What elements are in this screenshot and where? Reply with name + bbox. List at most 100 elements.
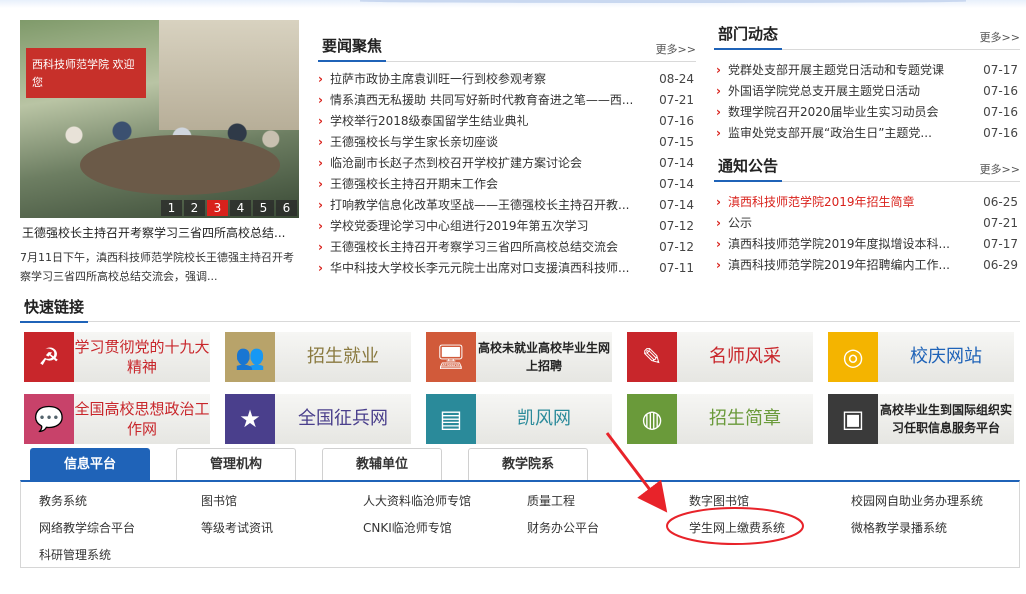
system-link[interactable]: 财务办公平台 [527, 519, 599, 536]
quick-link-label: 高校毕业生到国际组织实习任职信息服务平台 [879, 403, 1012, 435]
tab-4[interactable]: 教学院系 [468, 448, 588, 480]
notices-item[interactable]: 滇西科技师范学院2019年招生简章 06-25 [716, 192, 1018, 213]
headlines-item-date: 07-16 [659, 114, 694, 128]
headlines-item-date: 07-15 [659, 135, 694, 149]
notices-item-title[interactable]: 公示 [716, 213, 752, 234]
headlines-item-title[interactable]: 打响教学信息化改革攻坚战——王德强校长主持召开教... [318, 195, 629, 216]
notices-item-date: 06-25 [983, 195, 1018, 209]
slide-page-2[interactable]: 2 [184, 200, 205, 216]
slide-caption[interactable]: 王德强校长主持召开考察学习三省四所高校总结... [22, 224, 299, 241]
headlines-item-title[interactable]: 王德强校长主持召开考察学习三省四所高校总结交流会 [318, 237, 618, 258]
headlines-item-date: 07-12 [659, 240, 694, 254]
headlines-list: 拉萨市政协主席袁训旺一行到校参观考察 08-24 情系滇西无私援助 共同写好新时代教… [318, 69, 694, 279]
headlines-item[interactable]: 学校党委理论学习中心组进行2019年第五次学习 07-12 [318, 216, 694, 237]
departments-item-title[interactable]: 监审处党支部开展“政治生日”主题党... [716, 123, 932, 144]
headlines-item-title[interactable]: 华中科技大学校长李元元院士出席对口支援滇西科技师... [318, 258, 629, 279]
quick-link-tile[interactable]: 💬 全国高校思想政治工作网 [24, 394, 210, 444]
headlines-item-title[interactable]: 情系滇西无私援助 共同写好新时代教育奋进之笔——西... [318, 90, 633, 111]
tab-2[interactable]: 管理机构 [176, 448, 296, 480]
headlines-item-date: 07-11 [659, 261, 694, 275]
departments-item-title[interactable]: 党群处支部开展主题党日活动和专题党课 [716, 60, 944, 81]
quick-link-tile[interactable]: ✎ 名师风采 [627, 332, 813, 382]
notices-item-title[interactable]: 滇西科技师范学院2019年招生简章 [716, 192, 915, 213]
platform-tabs: 信息平台 管理机构 教辅单位 教学院系 [30, 448, 588, 480]
notices-item[interactable]: 公示 07-21 [716, 213, 1018, 234]
departments-item[interactable]: 监审处党支部开展“政治生日”主题党... 07-16 [716, 123, 1018, 144]
headlines-item-title[interactable]: 临沧副市长赵子杰到校召开学校扩建方案讨论会 [318, 153, 582, 174]
notices-item-date: 06-29 [983, 258, 1018, 272]
notices-title: 通知公告 [714, 155, 783, 182]
departments-item[interactable]: 外国语学院党总支开展主题党日活动 07-16 [716, 81, 1018, 102]
headlines-item[interactable]: 王德强校长主持召开考察学习三省四所高校总结交流会 07-12 [318, 237, 694, 258]
headlines-item[interactable]: 王德强校长与学生家长亲切座谈 07-15 [318, 132, 694, 153]
system-link[interactable]: 校园网自助业务办理系统 [851, 492, 983, 509]
system-link[interactable]: 教务系统 [39, 492, 87, 509]
headlines-item-title[interactable]: 王德强校长与学生家长亲切座谈 [318, 132, 498, 153]
system-link[interactable]: 数字图书馆 [689, 492, 749, 509]
departments-item-title[interactable]: 数理学院召开2020届毕业生实习动员会 [716, 102, 939, 123]
notices-item-title[interactable]: 滇西科技师范学院2019年招聘编内工作... [716, 255, 950, 276]
quick-link-label: 高校未就业高校毕业生网上招聘 [477, 341, 610, 373]
headlines-item-title[interactable]: 学校党委理论学习中心组进行2019年第五次学习 [318, 216, 589, 237]
headlines-item-title[interactable]: 学校举行2018级泰国留学生结业典礼 [318, 111, 529, 132]
slide-page-3[interactable]: 3 [207, 200, 228, 216]
news-icon: ▤ [426, 394, 476, 444]
news-slideshow[interactable]: 西科技师范学院 欢迎您 123456 [20, 20, 299, 218]
people-icon: 👥 [225, 332, 275, 382]
slide-page-4[interactable]: 4 [230, 200, 251, 216]
system-link[interactable]: CNKI临沧师专馆 [363, 519, 452, 536]
headlines-item[interactable]: 拉萨市政协主席袁训旺一行到校参观考察 08-24 [318, 69, 694, 90]
quick-link-tile[interactable]: ◎ 校庆网站 [828, 332, 1014, 382]
headlines-item[interactable]: 华中科技大学校长李元元院士出席对口支援滇西科技师... 07-11 [318, 258, 694, 279]
quick-link-label: 招生简章 [709, 408, 781, 429]
departments-item-date: 07-17 [983, 63, 1018, 77]
headlines-item-title[interactable]: 王德强校长主持召开期末工作会 [318, 174, 498, 195]
departments-item-title[interactable]: 外国语学院党总支开展主题党日活动 [716, 81, 920, 102]
slide-page-6[interactable]: 6 [276, 200, 297, 216]
quick-link-tile[interactable]: ▣ 高校毕业生到国际组织实习任职信息服务平台 [828, 394, 1014, 444]
quick-link-label: 招生就业 [307, 346, 379, 367]
headlines-item[interactable]: 情系滇西无私援助 共同写好新时代教育奋进之笔——西... 07-21 [318, 90, 694, 111]
notices-more-link[interactable]: 更多>> [980, 161, 1020, 181]
notices-item[interactable]: 滇西科技师范学院2019年度拟增设本科... 07-17 [716, 234, 1018, 255]
globe-icon: ◍ [627, 394, 677, 444]
slide-page-1[interactable]: 1 [161, 200, 182, 216]
headlines-more-link[interactable]: 更多>> [656, 41, 696, 61]
departments-item-date: 07-16 [983, 126, 1018, 140]
headlines-title: 要闻聚焦 [318, 35, 387, 62]
quick-link-label: 学习贯彻党的十九大精神 [74, 338, 210, 376]
quick-link-tile[interactable]: ☭ 学习贯彻党的十九大精神 [24, 332, 210, 382]
pen-note-icon: ✎ [627, 332, 677, 382]
notices-item-title[interactable]: 滇西科技师范学院2019年度拟增设本科... [716, 234, 950, 255]
headlines-item[interactable]: 王德强校长主持召开期末工作会 07-14 [318, 174, 694, 195]
quick-link-tile[interactable]: ◍ 招生简章 [627, 394, 813, 444]
headlines-item[interactable]: 临沧副市长赵子杰到校召开学校扩建方案讨论会 07-14 [318, 153, 694, 174]
system-link[interactable]: 图书馆 [201, 492, 237, 509]
speech-bubble-icon: 💬 [24, 394, 74, 444]
departments-more-link[interactable]: 更多>> [980, 29, 1020, 49]
system-link[interactable]: 等级考试资讯 [201, 519, 273, 536]
system-link[interactable]: 学生网上缴费系统 [689, 519, 785, 536]
slide-page-5[interactable]: 5 [253, 200, 274, 216]
headlines-item-title[interactable]: 拉萨市政协主席袁训旺一行到校参观考察 [318, 69, 546, 90]
notices-item[interactable]: 滇西科技师范学院2019年招聘编内工作... 06-29 [716, 255, 1018, 276]
system-link[interactable]: 网络教学综合平台 [39, 519, 135, 536]
system-link[interactable]: 微格教学录播系统 [851, 519, 947, 536]
headlines-item-date: 07-14 [659, 198, 694, 212]
slide-table [80, 135, 280, 195]
tab-1[interactable]: 信息平台 [30, 448, 150, 480]
departments-item[interactable]: 党群处支部开展主题党日活动和专题党课 07-17 [716, 60, 1018, 81]
headlines-item[interactable]: 学校举行2018级泰国留学生结业典礼 07-16 [318, 111, 694, 132]
departments-item[interactable]: 数理学院召开2020届毕业生实习动员会 07-16 [716, 102, 1018, 123]
system-link[interactable]: 质量工程 [527, 492, 575, 509]
quick-link-tile[interactable]: 🖥 高校未就业高校毕业生网上招聘 [426, 332, 612, 382]
departments-list: 党群处支部开展主题党日活动和专题党课 07-17 外国语学院党总支开展主题党日活动 0… [716, 60, 1018, 144]
system-link[interactable]: 科研管理系统 [39, 546, 111, 563]
quick-link-tile[interactable]: 👥 招生就业 [225, 332, 411, 382]
system-link[interactable]: 人大资料临沧师专馆 [363, 492, 471, 509]
tab-3[interactable]: 教辅单位 [322, 448, 442, 480]
slide-description: 7月11日下午，滇西科技师范学院校长王德强主持召开考察学习三省四所高校总结交流会… [20, 251, 294, 283]
quick-link-tile[interactable]: ▤ 凯风网 [426, 394, 612, 444]
quick-link-tile[interactable]: ★ 全国征兵网 [225, 394, 411, 444]
headlines-item[interactable]: 打响教学信息化改革攻坚战——王德强校长主持召开教... 07-14 [318, 195, 694, 216]
